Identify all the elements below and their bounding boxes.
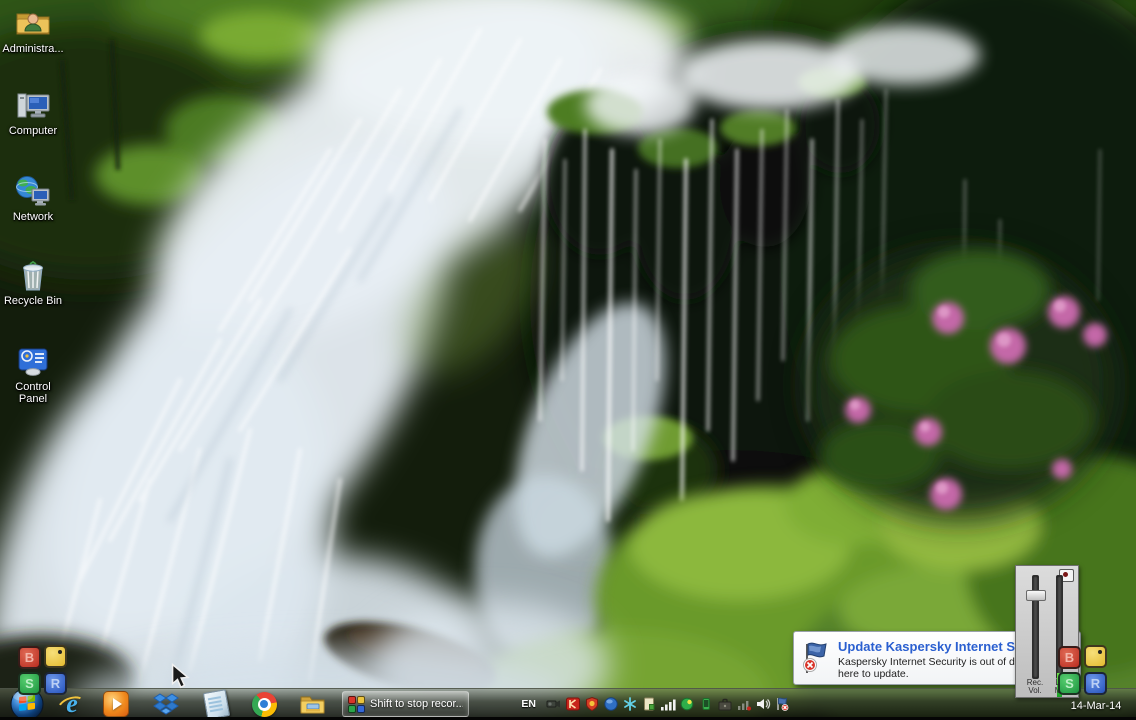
network-icon [16,176,50,206]
taskbar-active-app-recorder[interactable]: Shift to stop recor... [342,691,469,717]
taskbar-app-notepad[interactable] [200,688,232,720]
recorder-overlay-left: B S R [18,645,69,695]
overlay-yellow-button[interactable] [44,645,67,668]
tray-kaspersky-icon[interactable] [564,696,581,712]
tray-network-status-icon[interactable] [735,696,752,712]
desktop-icon-administrator[interactable]: Administra... [0,6,66,55]
taskbar: e Shift to stop recor... EN [0,687,1136,720]
taskbar-app-google-chrome[interactable] [248,690,280,718]
recycle-bin-icon [23,260,43,291]
chrome-icon [251,691,277,717]
waterfall-wallpaper [0,0,1136,720]
user-folder-icon [16,13,50,35]
desktop-icon-label: Recycle Bin [3,295,63,307]
overlay-r-button[interactable]: R [44,672,67,695]
rec-volume-slider-handle[interactable] [1026,590,1046,601]
computer-icon [17,93,50,118]
tray-document-icon[interactable] [640,696,657,712]
explorer-folder-icon [300,696,324,714]
desktop-icon-label: Administra... [2,43,64,55]
system-tray: EN [521,689,791,718]
overlay-b-button[interactable]: B [1058,646,1081,669]
active-app-label: Shift to stop recor... [370,698,463,710]
dropbox-icon [153,693,179,715]
desktop-icon-label: Computer [8,125,58,137]
notepad-icon [202,688,230,720]
overlay-s-button[interactable]: S [18,672,41,695]
overlay-s-button[interactable]: S [1058,672,1081,695]
desktop-icon-network[interactable]: Network [0,174,66,223]
taskbar-app-windows-media-player[interactable] [100,690,132,718]
desktop-icon-label: Network [12,211,54,223]
mouse-cursor [171,663,190,689]
desktop-icon-label: Control Panel [15,381,51,405]
tray-action-center-flag-icon[interactable] [773,696,790,712]
tray-mobile-device-icon[interactable] [697,696,714,712]
tray-date[interactable]: 14-Mar-14 [1064,700,1128,712]
overlay-yellow-button[interactable] [1084,645,1107,668]
desktop-icon-recycle-bin[interactable]: Recycle Bin [0,258,66,307]
overlay-b-button[interactable]: B [18,646,41,669]
overlay-r-button[interactable]: R [1084,672,1107,695]
media-player-icon [103,691,129,717]
tray-camcorder-icon[interactable] [545,696,562,712]
tray-signal-bars-icon[interactable] [659,696,676,712]
rec-volume-label: Rec. Vol. [1026,679,1044,695]
desktop-icon-computer[interactable]: Computer [0,88,66,137]
tray-briefcase-icon[interactable] [716,696,733,712]
tray-snowflake-icon[interactable] [621,696,638,712]
action-center-flag-icon [803,642,827,673]
tray-security-shield-icon[interactable] [583,696,600,712]
tray-volume-icon[interactable] [754,696,771,712]
ie-ring [54,692,90,720]
tray-green-swirl-icon[interactable] [678,696,695,712]
tray-blue-app-icon[interactable] [602,696,619,712]
taskbar-app-dropbox[interactable] [150,690,182,718]
language-indicator[interactable]: EN [521,698,536,710]
desktop-icon-control-panel[interactable]: Control Panel [0,344,66,405]
control-panel-icon [18,348,48,376]
taskbar-app-windows-explorer[interactable] [296,690,328,718]
bsr-recorder-icon [348,695,365,713]
desktop-screen: Administra... Computer Network Recycle B… [0,0,1136,720]
recorder-overlay-right: B S R [1058,645,1109,695]
